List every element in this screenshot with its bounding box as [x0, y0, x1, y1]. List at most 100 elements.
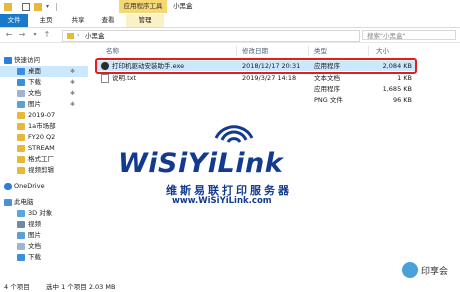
folder-icon — [17, 134, 25, 141]
brand-logo: WiSiYiLink — [118, 148, 284, 179]
column-type[interactable]: 类型 — [314, 46, 327, 56]
watermark: 印享会 — [402, 262, 452, 278]
wifi-signal-icon — [214, 125, 254, 143]
sidebar-item-2019-07[interactable]: 2019-07 — [0, 110, 88, 121]
navigation-bar: ← → ▾ ↑ › 小黑盒 搜索"小黑盒" — [0, 28, 460, 43]
file-type: 文本文档 — [314, 74, 340, 82]
sidebar-item-label: FY20 Q2 — [28, 133, 56, 141]
chevron-right-icon: › — [77, 32, 80, 39]
sidebar-item-pictures[interactable]: 图片 ✱ — [0, 99, 88, 110]
sidebar-item-documents[interactable]: 文档 ✱ — [0, 88, 88, 99]
address-bar[interactable]: › 小黑盒 — [62, 30, 360, 42]
file-row[interactable]: 应用程序 1,685 KB — [96, 84, 416, 94]
checkbox-icon[interactable] — [22, 3, 30, 11]
window-title: 小黑盒 — [173, 2, 193, 10]
folder-icon — [67, 33, 74, 39]
sidebar: 快速访问 桌面 ✱ 下载 ✱ 文档 ✱ 图片 ✱ 2019-07 1a市场部 F… — [0, 47, 88, 282]
pin-icon[interactable]: ✱ — [70, 88, 75, 99]
sidebar-item-this-pc[interactable]: 此电脑 — [0, 197, 88, 208]
pin-icon[interactable]: ✱ — [70, 99, 75, 110]
sidebar-item-desktop[interactable]: 桌面 ✱ — [0, 66, 88, 77]
sidebar-item-1a-market[interactable]: 1a市场部 — [0, 121, 88, 132]
pin-icon[interactable]: ✱ — [70, 66, 75, 77]
document-icon — [17, 90, 25, 97]
file-name: 说明.txt — [112, 74, 137, 82]
recent-dropdown-icon[interactable]: ▾ — [30, 30, 40, 40]
column-header-row: 名称 修改日期 类型 大小 — [96, 46, 460, 56]
sidebar-item-3d-objects[interactable]: 3D 对象 — [0, 208, 88, 219]
cube-icon — [17, 210, 25, 217]
context-tab-title: 应用程序工具 — [119, 0, 167, 13]
sidebar-item-label: 快速访问 — [14, 56, 40, 64]
picture-icon — [17, 232, 25, 239]
address-path: 小黑盒 — [85, 32, 105, 40]
sidebar-item-label: 此电脑 — [14, 198, 34, 206]
file-row[interactable]: PNG 文件 96 KB — [96, 95, 416, 105]
folder-icon — [17, 145, 25, 152]
sidebar-item-label: 1a市场部 — [28, 122, 56, 130]
sidebar-item-downloads-pc[interactable]: 下载 — [0, 252, 88, 263]
separator-icon — [56, 3, 57, 11]
folder-icon — [17, 123, 25, 130]
item-count: 4 个项目 — [4, 283, 30, 291]
sidebar-item-videos[interactable]: 视频 — [0, 219, 88, 230]
sidebar-item-onedrive[interactable]: OneDrive — [0, 181, 88, 192]
desktop-icon — [17, 68, 25, 75]
sidebar-item-label: 视频 — [28, 220, 41, 228]
tab-file[interactable]: 文件 — [0, 14, 28, 27]
folder-icon — [4, 3, 12, 11]
ribbon-tabs: 文件 主页 共享 查看 管理 — [0, 14, 460, 28]
sidebar-item-pictures-pc[interactable]: 图片 — [0, 230, 88, 241]
sidebar-item-label: 2019-07 — [28, 111, 56, 119]
download-icon — [17, 79, 25, 86]
pin-icon[interactable]: ✱ — [70, 77, 75, 88]
column-divider[interactable] — [368, 46, 369, 56]
sidebar-item-documents-pc[interactable]: 文档 — [0, 241, 88, 252]
computer-icon — [4, 199, 12, 206]
tab-home[interactable]: 主页 — [32, 14, 60, 27]
document-icon — [17, 243, 25, 250]
column-divider[interactable] — [308, 46, 309, 56]
folder-icon — [17, 112, 25, 119]
file-type: PNG 文件 — [314, 96, 343, 104]
column-name[interactable]: 名称 — [106, 46, 119, 56]
sidebar-item-label: 格式工厂 — [28, 155, 54, 163]
star-icon — [4, 57, 12, 64]
title-bar: ▾ 应用程序工具 小黑盒 — [0, 0, 460, 14]
sidebar-item-downloads[interactable]: 下载 ✱ — [0, 77, 88, 88]
dropdown-icon[interactable]: ▾ — [46, 3, 54, 11]
selection-info: 选中 1 个项目 2.03 MB — [46, 283, 116, 291]
wechat-logo-icon — [402, 262, 418, 278]
up-icon[interactable]: ↑ — [42, 30, 52, 40]
sidebar-item-stream[interactable]: STREAM — [0, 143, 88, 154]
search-input[interactable]: 搜索"小黑盒" — [362, 30, 456, 40]
sidebar-item-label: 3D 对象 — [28, 209, 53, 217]
sidebar-item-label: STREAM — [28, 144, 55, 152]
file-size: 1,685 KB — [382, 85, 412, 93]
status-bar: 4 个项目 选中 1 个项目 2.03 MB — [0, 282, 460, 292]
sidebar-item-format-factory[interactable]: 格式工厂 — [0, 154, 88, 165]
sidebar-item-label: 图片 — [28, 231, 41, 239]
sidebar-item-video-editing[interactable]: 视频剪辑 — [0, 165, 88, 176]
sidebar-item-fy20-q2[interactable]: FY20 Q2 — [0, 132, 88, 143]
tab-view[interactable]: 查看 — [94, 14, 122, 27]
folder-icon — [17, 156, 25, 163]
sidebar-item-label: 下载 — [28, 78, 41, 86]
tab-manage[interactable]: 管理 — [126, 14, 164, 27]
text-file-icon — [101, 74, 109, 83]
file-row[interactable]: 说明.txt 2019/3/27 14:18 文本文档 1 KB — [96, 73, 416, 83]
column-date[interactable]: 修改日期 — [242, 46, 268, 56]
back-icon[interactable]: ← — [4, 30, 14, 40]
file-type: 应用程序 — [314, 85, 340, 93]
video-icon — [17, 221, 25, 228]
file-size: 1 KB — [397, 74, 412, 82]
folder-icon — [34, 3, 42, 11]
sidebar-item-quick-access[interactable]: 快速访问 — [0, 55, 88, 66]
column-divider[interactable] — [236, 46, 237, 56]
sidebar-item-label: 文档 — [28, 242, 41, 250]
column-size[interactable]: 大小 — [376, 46, 389, 56]
forward-icon[interactable]: → — [17, 30, 27, 40]
sidebar-item-label: 桌面 — [28, 67, 41, 75]
tab-share[interactable]: 共享 — [64, 14, 92, 27]
brand-url: www.WiSiYiLink.com — [172, 196, 272, 206]
